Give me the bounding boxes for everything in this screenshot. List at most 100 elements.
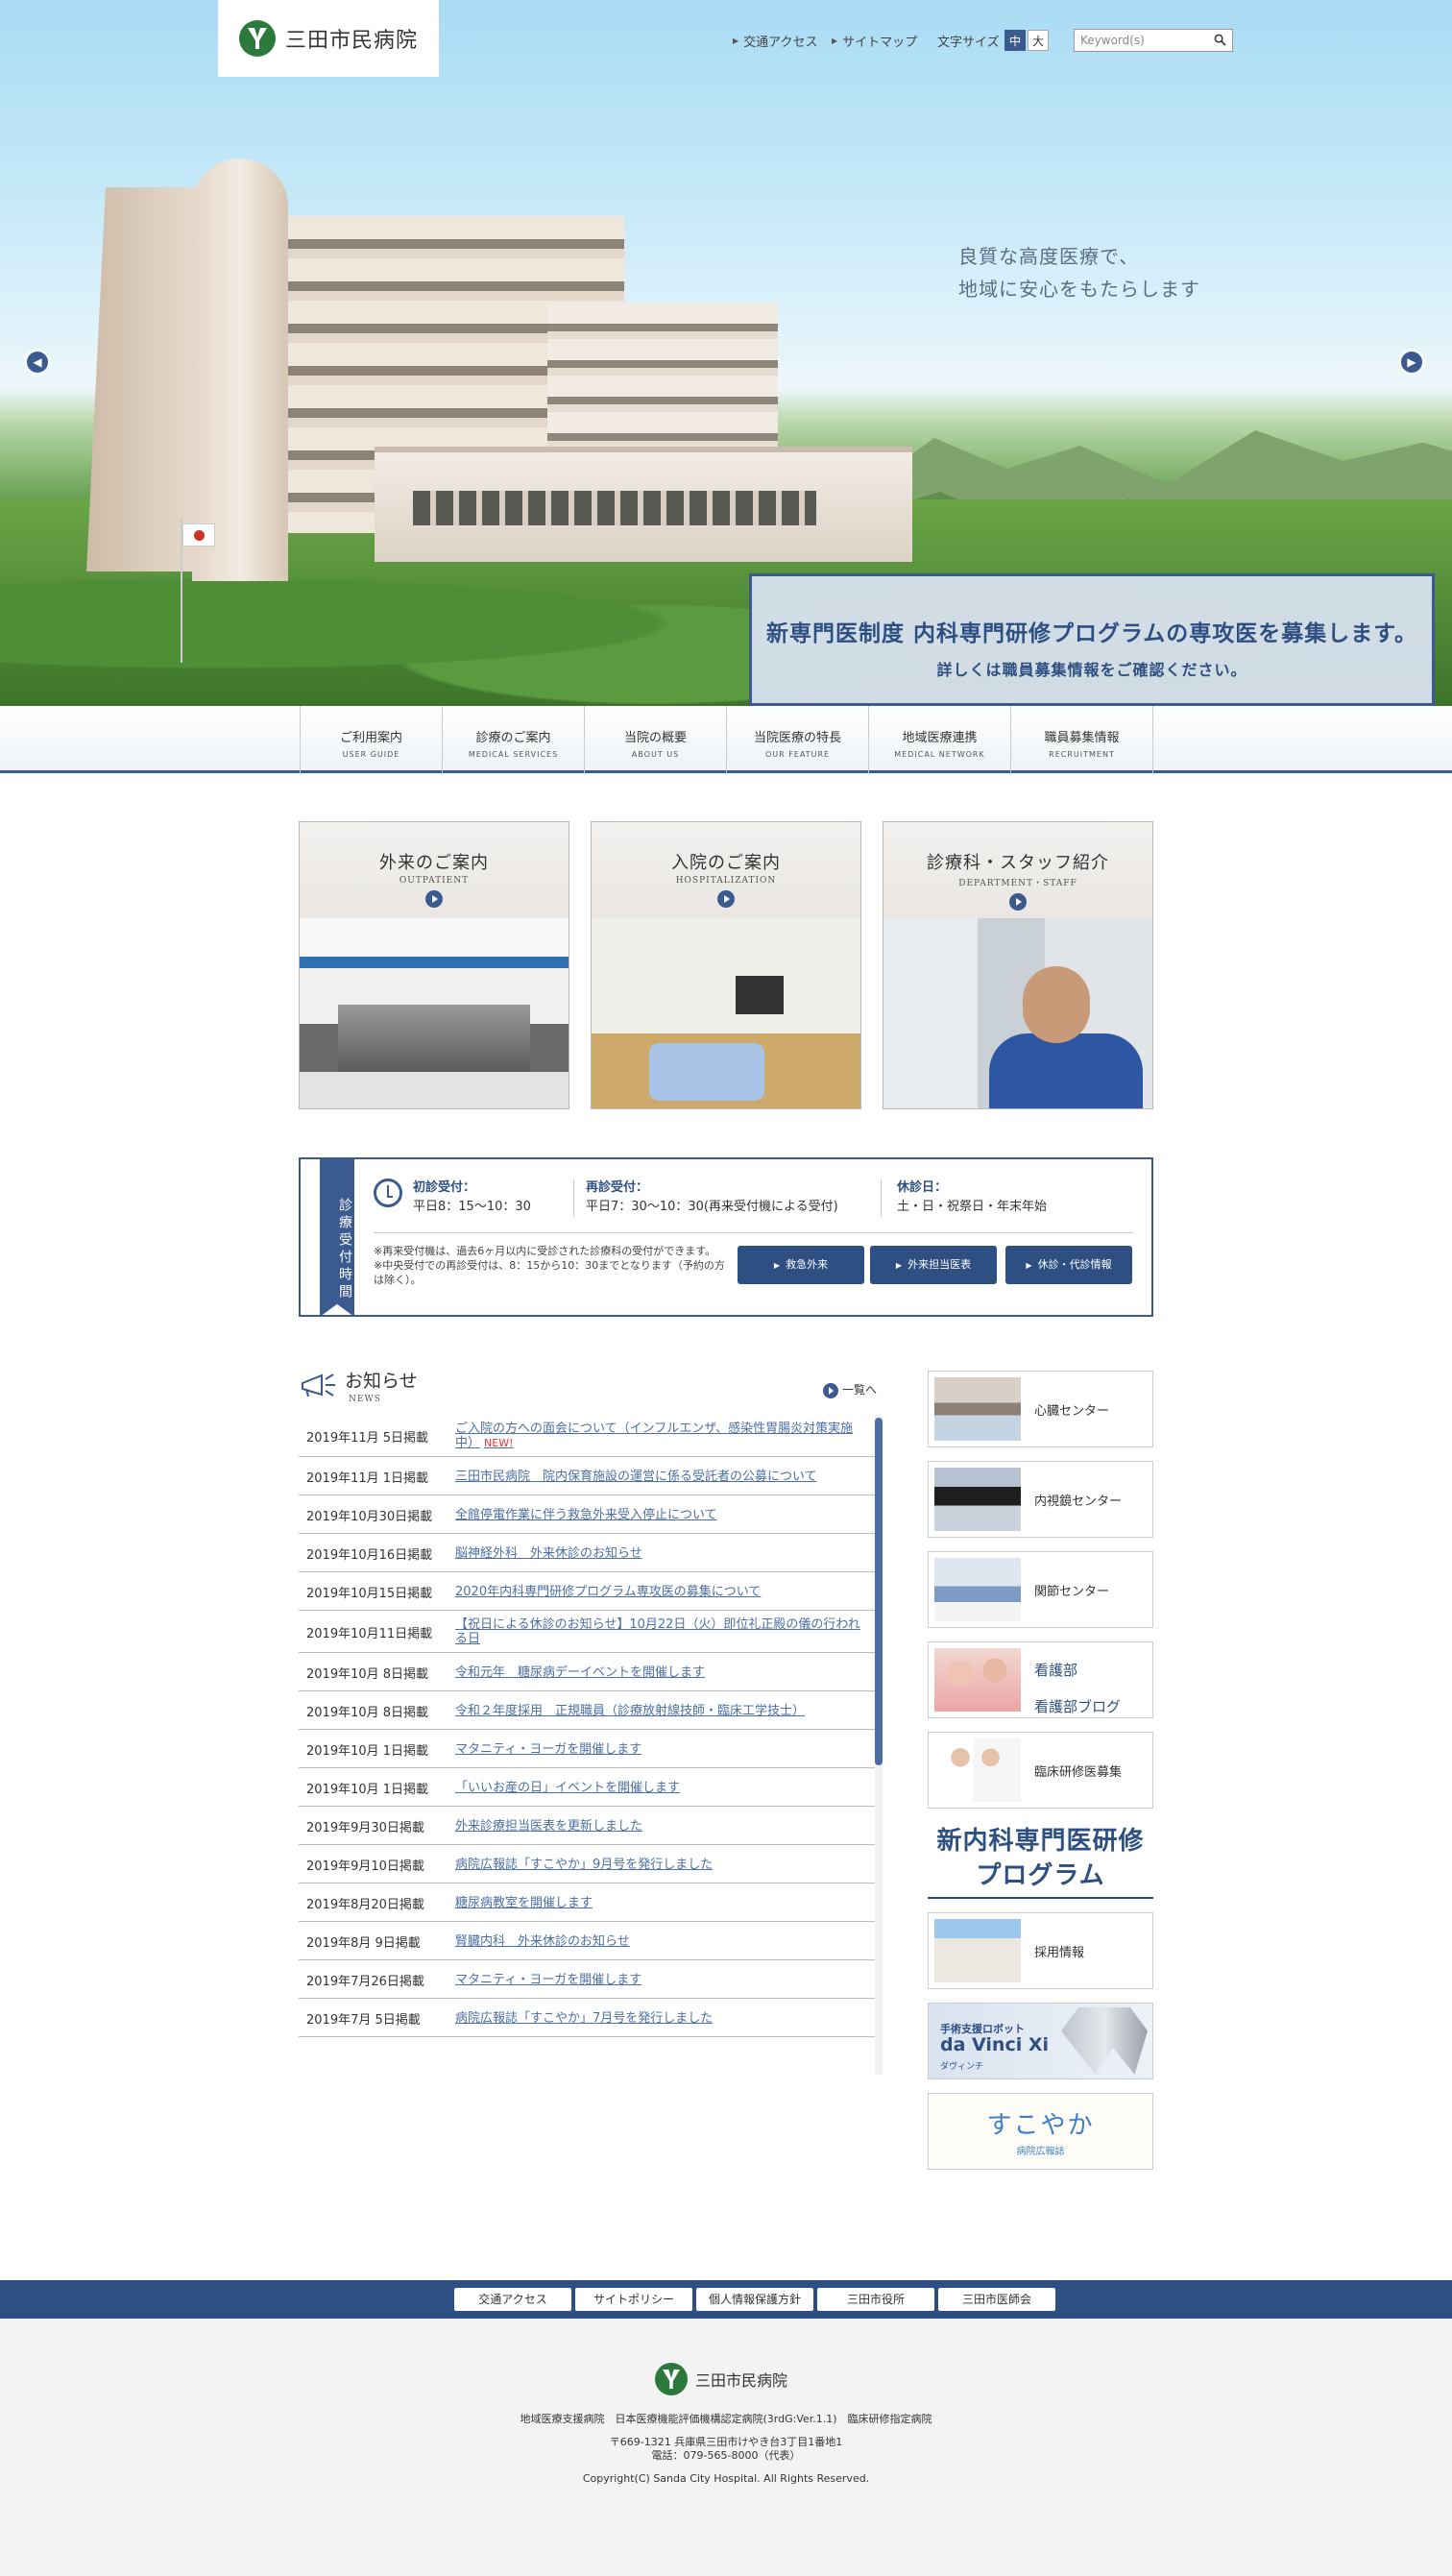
building-photo — [934, 1919, 1021, 1982]
footer-certifications: 地域医療支援病院 日本医療機能評価機構認定病院(3rdG:Ver.1.1) 臨床… — [520, 2413, 932, 2425]
font-size-label: 文字サイズ — [937, 35, 1000, 50]
nurses-photo — [934, 1648, 1021, 1712]
department-staff-card[interactable]: 診療科・スタッフ紹介 DEPARTMENT・STAFF — [883, 821, 1153, 1109]
news-row: 2019年8月 9日掲載 腎臓内科 外来休診のお知らせ — [299, 1922, 883, 1960]
news-date: 2019年7月26日掲載 — [306, 1974, 424, 1989]
footer-links-bar: 交通アクセス サイトポリシー 個人情報保護方針 三田市役所 三田市医師会 — [0, 2280, 1452, 2319]
font-size-medium-button[interactable]: 中 — [1004, 30, 1026, 51]
news-row: 2019年11月 1日掲載 三田市民病院 院内保育施設の運営に係る受託者の公募につ… — [299, 1457, 883, 1495]
news-row: 2019年7月 5日掲載 病院広報誌「すこやか」7月号を発行しました — [299, 1999, 883, 2037]
news-link[interactable]: 令和２年度採用 正規職員（診療放射線技師・臨床工学技士） — [455, 1704, 868, 1718]
logo-mark-icon — [239, 20, 276, 57]
recruit-banner[interactable]: 新専門医制度 内科専門研修プログラムの専攻医を募集します。 詳しくは職員募集情報… — [749, 573, 1435, 706]
access-link[interactable]: ▶ 交通アクセス — [733, 29, 818, 52]
search-icon[interactable] — [1214, 34, 1226, 46]
news-link[interactable]: 三田市民病院 院内保育施設の運営に係る受託者の公募について — [455, 1470, 868, 1484]
triangle-icon: ▶ — [773, 1261, 781, 1270]
gnav-medical-network[interactable]: 地域医療連携 MEDICAL NETWORK — [869, 706, 1011, 773]
clock-icon — [374, 1179, 402, 1207]
joint-center-banner[interactable]: 関節センター — [928, 1551, 1153, 1628]
emergency-button[interactable]: ▶ 救急外来 — [738, 1246, 864, 1284]
news-link[interactable]: 「いいお産の日」イベントを開催します — [455, 1781, 868, 1795]
recruit-banner-sub: 詳しくは職員募集情報をご確認ください。 — [936, 661, 1247, 679]
residents-photo — [934, 1738, 1021, 1802]
news-date: 2019年10月30日掲載 — [306, 1509, 433, 1524]
news-date: 2019年7月 5日掲載 — [306, 2012, 421, 2028]
recruit-banner-title: 新専門医制度 内科専門研修プログラムの専攻医を募集します。 — [765, 621, 1418, 646]
triangle-icon: ▶ — [733, 36, 739, 45]
news-date: 2019年10月16日掲載 — [306, 1547, 433, 1563]
news-title: お知らせ — [345, 1371, 418, 1392]
gnav-user-guide[interactable]: ご利用案内 USER GUIDE — [301, 706, 443, 773]
site-logo[interactable]: 三田市民病院 — [218, 0, 439, 77]
doctor-schedule-button[interactable]: ▶ 外来担当医表 — [870, 1246, 997, 1284]
footer-link-city-office[interactable]: 三田市役所 — [817, 2288, 934, 2311]
gnav-our-feature[interactable]: 当院医療の特長 OUR FEATURE — [727, 706, 869, 773]
nursing-banner[interactable]: 看護部 看護部ブログ — [928, 1641, 1153, 1718]
hero-tagline: 良質な高度医療で、 地域に安心をもたらします — [958, 245, 1200, 301]
footer-link-access[interactable]: 交通アクセス — [454, 2288, 571, 2311]
outpatient-card[interactable]: 外来のご案内 OUTPATIENT — [299, 821, 569, 1109]
news-scrollbar-thumb[interactable] — [875, 1418, 883, 1765]
gnav-recruitment[interactable]: 職員募集情報 RECRUITMENT — [1011, 706, 1153, 773]
news-link[interactable]: 全館停電作業に伴う救急外来受入停止について — [455, 1508, 868, 1522]
news-link[interactable]: 病院広報誌「すこやか」7月号を発行しました — [455, 2011, 868, 2026]
font-size-large-button[interactable]: 大 — [1028, 30, 1049, 51]
slide-prev-button[interactable]: ◀ — [27, 352, 48, 373]
footer-link-privacy[interactable]: 個人情報保護方針 — [696, 2288, 813, 2311]
slide-next-button[interactable]: ▶ — [1401, 352, 1422, 373]
sitemap-link[interactable]: ▶ サイトマップ — [832, 29, 917, 52]
heart-center-banner[interactable]: 心臓センター — [928, 1371, 1153, 1447]
footer-phone: 電話：079-565-8000（代表） — [651, 2449, 801, 2462]
news-link[interactable]: 病院広報誌「すこやか」9月号を発行しました — [455, 1858, 868, 1872]
news-link[interactable]: 令和元年 糖尿病デーイベントを開催します — [455, 1665, 868, 1680]
footer: 三田市民病院 地域医療支援病院 日本医療機能評価機構認定病院(3rdG:Ver.… — [0, 2319, 1452, 2576]
first-visit-hours: 初診受付： 平日8：15〜10：30 — [413, 1180, 531, 1214]
news-date: 2019年10月11日掲載 — [306, 1626, 433, 1641]
endoscopy-center-banner[interactable]: 内視鏡センター — [928, 1461, 1153, 1538]
internal-medicine-program-banner[interactable]: 新内科専門医研修 プログラム — [928, 1822, 1153, 1899]
surgical-robot-image — [1061, 2007, 1148, 2075]
news-link[interactable]: マタニティ・ヨーガを開催します — [455, 1973, 868, 1987]
sukoyaka-banner[interactable]: すこやか 病院広報誌 — [928, 2093, 1153, 2170]
closure-info-button[interactable]: ▶ 休診・代診情報 — [1005, 1246, 1132, 1284]
news-link[interactable]: 腎臓内科 外来休診のお知らせ — [455, 1934, 868, 1949]
news-link[interactable]: ご入院の方への面会について（インフルエンザ、感染性胃腸炎対策実施中） NEW! — [455, 1422, 868, 1450]
triangle-icon: ▶ — [895, 1261, 903, 1270]
news-link[interactable]: 【祝日による休診のお知らせ】10月22日（火）即位礼正殿の儀の行われる日 — [455, 1617, 868, 1646]
news-date: 2019年9月10日掲載 — [306, 1859, 424, 1874]
search-input[interactable]: Keyword(s) — [1074, 29, 1233, 52]
news-date: 2019年10月 1日掲載 — [306, 1743, 429, 1759]
news-date: 2019年10月 8日掲載 — [306, 1666, 429, 1682]
news-date: 2019年10月15日掲載 — [306, 1586, 433, 1601]
recruitment-banner[interactable]: 採用情報 — [928, 1912, 1153, 1989]
resident-recruit-banner[interactable]: 臨床研修医募集 — [928, 1732, 1153, 1809]
news-row: 2019年10月11日掲載 【祝日による休診のお知らせ】10月22日（火）即位礼正… — [299, 1611, 883, 1653]
news-date: 2019年8月20日掲載 — [306, 1897, 424, 1912]
joint-center-photo — [934, 1558, 1021, 1621]
footer-link-site-policy[interactable]: サイトポリシー — [575, 2288, 692, 2311]
news-row: 2019年7月26日掲載 マタニティ・ヨーガを開催します — [299, 1960, 883, 1999]
closed-days: 休診日： 土・日・祝祭日・年末年始 — [881, 1179, 1047, 1217]
gnav-medical-services[interactable]: 診療のご案内 MEDICAL SERVICES — [443, 706, 585, 773]
news-more-link[interactable]: 一覧へ — [823, 1381, 877, 1398]
news-link[interactable]: 2020年内科専門研修プログラム専攻医の募集について — [455, 1585, 868, 1599]
news-list[interactable]: 2019年11月 5日掲載 ご入院の方への面会について（インフルエンザ、感染性胃腸… — [299, 1415, 883, 2075]
news-link[interactable]: 脳神経外科 外来休診のお知らせ — [455, 1546, 868, 1561]
news-link[interactable]: マタニティ・ヨーガを開催します — [455, 1742, 868, 1757]
news-date: 2019年10月 1日掲載 — [306, 1782, 429, 1797]
news-row: 2019年10月 8日掲載 令和元年 糖尿病デーイベントを開催します — [299, 1653, 883, 1691]
footer-link-medical-association[interactable]: 三田市医師会 — [938, 2288, 1055, 2311]
davinci-banner[interactable]: 手術支援ロボット da Vinci Xi ダヴィンチ — [928, 2003, 1153, 2079]
arrow-right-icon — [1009, 893, 1027, 911]
logo-mark-icon — [655, 2363, 688, 2395]
news-link[interactable]: 外来診療担当医表を更新しました — [455, 1819, 868, 1834]
news-row: 2019年10月15日掲載 2020年内科専門研修プログラム専攻医の募集について — [299, 1572, 883, 1611]
news-row: 2019年10月 1日掲載 マタニティ・ヨーガを開催します — [299, 1730, 883, 1768]
hero-banner: 良質な高度医療で、 地域に安心をもたらします ◀ ▶ 新専門医制度 内科専門研修… — [0, 0, 1452, 706]
hospitalization-card[interactable]: 入院のご案内 HOSPITALIZATION — [591, 821, 861, 1109]
gnav-about-us[interactable]: 当院の概要 ABOUT US — [585, 706, 727, 773]
news-row: 2019年10月16日掲載 脳神経外科 外来休診のお知らせ — [299, 1534, 883, 1572]
footer-logo[interactable]: 三田市民病院 — [655, 2363, 787, 2395]
news-link[interactable]: 糖尿病教室を開催します — [455, 1896, 868, 1910]
